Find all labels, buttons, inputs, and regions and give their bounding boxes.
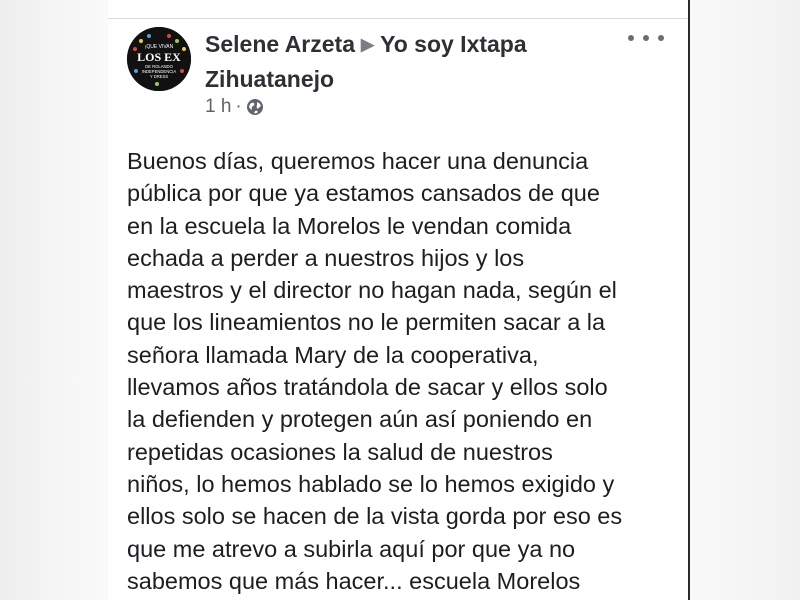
post-text: Buenos días, queremos hacer una denuncia… bbox=[127, 145, 682, 597]
post-text-line: pública por que ya estamos cansados de q… bbox=[127, 180, 600, 207]
post-text-line: la defienden y protegen aún así poniendo… bbox=[127, 406, 593, 433]
more-options-icon-dot bbox=[643, 35, 649, 41]
post-text-line: maestros y el director no hagan nada, se… bbox=[127, 277, 617, 304]
post-text-line: que me atrevo a subirla aquí por que ya … bbox=[127, 535, 576, 562]
avatar[interactable]: ¡QUE VIVAN LOS EX DE ROLANDO INDEPENDENC… bbox=[127, 27, 191, 91]
post-text-line: Buenos días, queremos hacer una denuncia bbox=[127, 148, 589, 174]
more-options-icon-dot bbox=[658, 35, 664, 41]
post-card: ¡QUE VIVAN LOS EX DE ROLANDO INDEPENDENC… bbox=[108, 0, 690, 600]
post-text-line: ellos solo se hacen de la vista gorda po… bbox=[127, 503, 623, 530]
avatar-text-sub3: Y DRESS bbox=[150, 74, 169, 79]
post-text-line: en la escuela la Morelos le vendan comid… bbox=[127, 212, 572, 239]
post-header: Selene Arzeta ▶ Yo soy Ixtapa Zihuatanejo bbox=[205, 28, 625, 96]
more-options-icon-dot bbox=[628, 35, 634, 41]
group-name-part1[interactable]: Yo soy Ixtapa bbox=[380, 31, 527, 57]
avatar-text-main: LOS EX bbox=[137, 50, 181, 64]
post-meta: 1 h · bbox=[205, 96, 264, 118]
post-text-line: que los lineamientos no le permiten saca… bbox=[127, 309, 606, 336]
globe-icon[interactable] bbox=[246, 98, 264, 116]
card-top-divider bbox=[108, 18, 688, 19]
group-name-part2[interactable]: Zihuatanejo bbox=[205, 66, 334, 92]
triangle-right-icon: ▶ bbox=[361, 35, 375, 54]
post-text-line: sabemos que más hacer... escuela Morelos bbox=[127, 567, 581, 594]
more-options-button[interactable] bbox=[628, 30, 664, 46]
post-timestamp[interactable]: 1 h bbox=[205, 96, 231, 118]
background-right bbox=[690, 0, 800, 600]
post-text-line: señora llamada Mary de la cooperativa, bbox=[127, 341, 539, 368]
post-text-line: echada a perder a nuestros hijos y los bbox=[127, 244, 525, 271]
avatar-image: ¡QUE VIVAN LOS EX DE ROLANDO INDEPENDENC… bbox=[127, 27, 191, 91]
post-text-line: repetidas ocasiones la salud de nuestros bbox=[127, 438, 553, 465]
post-text-line: llevamos años tratándola de sacar y ello… bbox=[127, 374, 608, 401]
background-left bbox=[0, 0, 108, 600]
author-name[interactable]: Selene Arzeta bbox=[205, 31, 355, 57]
post-text-line: niños, lo hemos hablado se lo hemos exig… bbox=[127, 470, 615, 497]
meta-separator: · bbox=[235, 96, 242, 117]
